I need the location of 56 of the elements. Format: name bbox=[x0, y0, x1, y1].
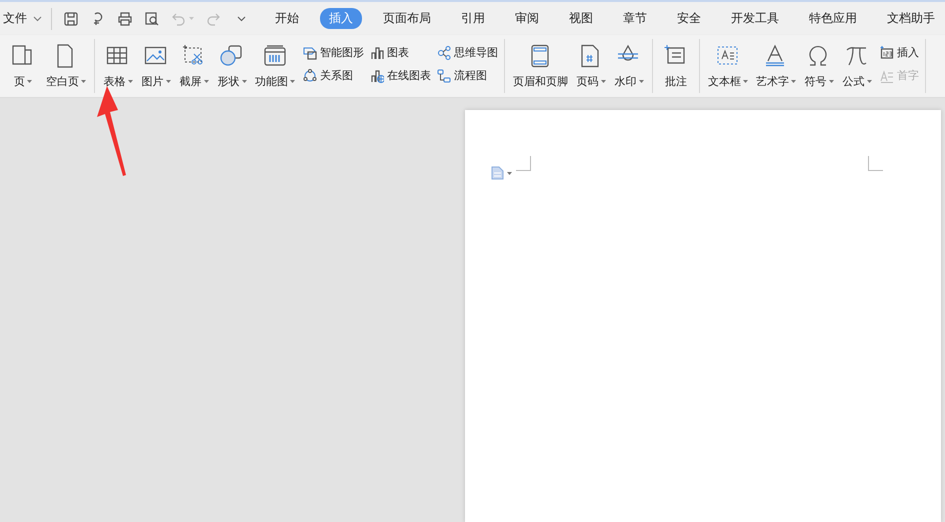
ribbon-tab[interactable]: 文档助手 bbox=[878, 8, 944, 29]
ribbon-button[interactable]: 页码 bbox=[572, 43, 610, 93]
margin-corner-mark bbox=[868, 156, 883, 171]
shapes-icon bbox=[220, 44, 244, 68]
ribbon-button[interactable]: 文本框 bbox=[704, 43, 752, 93]
ribbon-button[interactable]: 形状 bbox=[213, 43, 251, 93]
save-icon bbox=[63, 10, 79, 26]
mind-map-icon bbox=[437, 46, 451, 60]
file-menu[interactable]: 文件 bbox=[0, 10, 47, 27]
print-icon bbox=[117, 10, 133, 26]
ribbon-button[interactable]: 图表 bbox=[370, 45, 431, 60]
margin-corner-mark bbox=[516, 156, 531, 171]
ribbon-button[interactable]: 水印 bbox=[610, 43, 648, 93]
ribbon-button[interactable]: 思维导图 bbox=[437, 45, 498, 60]
ribbon-tab[interactable]: 审阅 bbox=[506, 8, 548, 29]
caret-icon bbox=[189, 17, 194, 20]
ribbon-tab[interactable]: 安全 bbox=[668, 8, 710, 29]
bar-chart-icon bbox=[370, 46, 384, 60]
ribbon-tab[interactable]: 开发工具 bbox=[722, 8, 788, 29]
ribbon-button[interactable]: 艺术字 bbox=[752, 43, 800, 93]
drop-cap-icon bbox=[880, 68, 894, 82]
document-icon bbox=[491, 166, 504, 180]
ribbon-button[interactable]: 批注 bbox=[657, 43, 695, 93]
online-chart-icon bbox=[370, 68, 384, 82]
undo-icon bbox=[171, 10, 187, 26]
ribbon-button[interactable]: 图片 bbox=[137, 43, 175, 93]
flowchart-icon bbox=[437, 68, 451, 82]
ribbon-button[interactable]: 符号 bbox=[800, 43, 838, 93]
number-box-icon bbox=[880, 46, 894, 60]
ribbon-tab[interactable]: 引用 bbox=[452, 8, 494, 29]
ribbon-button[interactable]: 截屏 bbox=[175, 43, 213, 93]
pi-formula-icon bbox=[845, 44, 869, 68]
paste-options-button[interactable] bbox=[491, 166, 512, 180]
relation-chart-icon bbox=[303, 68, 317, 82]
ribbon-button[interactable]: 流程图 bbox=[437, 68, 498, 83]
ribbon-tab[interactable]: 页面布局 bbox=[374, 8, 440, 29]
ribbon-button[interactable]: 在线图表 bbox=[370, 68, 431, 83]
ribbon-button[interactable]: 关系图 bbox=[303, 68, 364, 83]
ribbon-tab[interactable]: 视图 bbox=[560, 8, 602, 29]
ribbon-button[interactable]: 空白页 bbox=[42, 43, 90, 93]
smart-graphic-icon bbox=[303, 46, 317, 60]
ribbon-tab[interactable]: 开始 bbox=[266, 8, 308, 29]
redo-icon bbox=[205, 10, 221, 26]
ribbon-button[interactable]: 表格 bbox=[99, 43, 137, 93]
ribbon-button[interactable]: 公式 bbox=[838, 43, 876, 93]
chevron-down-icon bbox=[33, 16, 42, 22]
print-preview-icon bbox=[144, 10, 160, 26]
function-chart-icon bbox=[263, 44, 287, 68]
ribbon-button[interactable]: 智能图形 bbox=[303, 45, 364, 60]
ribbon-button[interactable]: 页眉和页脚 bbox=[509, 43, 572, 93]
ribbon-tab[interactable]: 章节 bbox=[614, 8, 656, 29]
ribbon-button[interactable]: 功能图 bbox=[251, 43, 299, 93]
ribbon-button[interactable]: 页 bbox=[4, 43, 42, 93]
ribbon-tab[interactable]: 特色应用 bbox=[800, 8, 866, 29]
customize-caret-icon[interactable] bbox=[237, 16, 246, 22]
ribbon-button[interactable]: 插入 bbox=[880, 45, 919, 60]
